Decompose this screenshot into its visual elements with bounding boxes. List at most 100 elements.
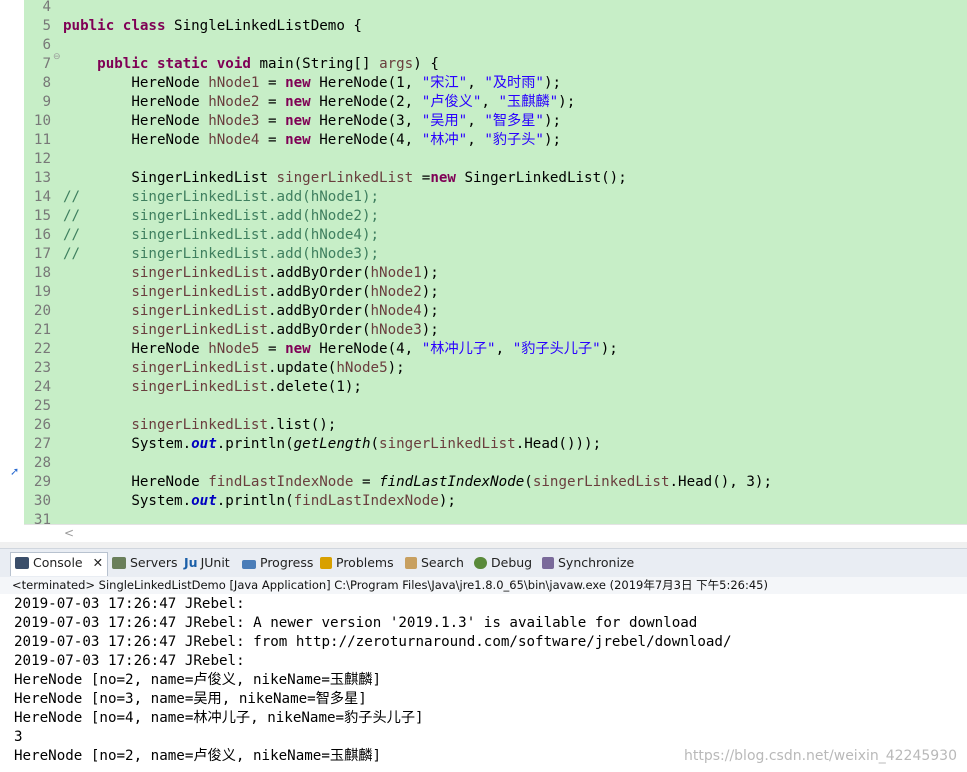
code-text[interactable]: HereNode hNode5 = new HereNode(4, "林冲儿子"… xyxy=(63,340,618,359)
line-number: 16 xyxy=(33,227,51,243)
code-line[interactable]: 14 // singerLinkedList.add(hNode1); xyxy=(0,188,967,207)
line-number: 19 xyxy=(33,284,51,300)
code-text[interactable]: HereNode hNode4 = new HereNode(4, "林冲", … xyxy=(63,131,561,150)
console-line: HereNode [no=2, name=卢俊义, nikeName=玉麒麟] xyxy=(14,748,381,764)
code-text[interactable]: HereNode hNode2 = new HereNode(2, "卢俊义",… xyxy=(63,93,575,112)
tab-synchronize[interactable]: Synchronize xyxy=(542,553,634,573)
console-line: 2019-07-03 17:26:47 JRebel: xyxy=(14,596,245,612)
close-icon[interactable]: ✕ xyxy=(93,555,103,570)
line-number: 25 xyxy=(33,398,51,414)
tab-problems-label: Problems xyxy=(336,555,394,570)
line-number: 17 xyxy=(33,246,51,262)
code-line[interactable]: 10 HereNode hNode3 = new HereNode(3, "吴用… xyxy=(0,112,967,131)
line-number: 12 xyxy=(33,151,51,167)
code-line[interactable]: 7 public static void main(String[] args)… xyxy=(0,55,967,74)
tab-progress[interactable]: Progress xyxy=(242,553,313,573)
code-line[interactable]: 12 xyxy=(0,150,967,169)
code-line[interactable]: 28 xyxy=(0,454,967,473)
code-text[interactable]: System.out.println(findLastIndexNode); xyxy=(63,492,456,511)
console-line: HereNode [no=3, name=吴用, nikeName=智多星] xyxy=(14,691,367,707)
code-text[interactable]: singerLinkedList.addByOrder(hNode1); xyxy=(63,264,439,283)
code-line[interactable]: 30 System.out.println(findLastIndexNode)… xyxy=(0,492,967,511)
code-text[interactable]: singerLinkedList.list(); xyxy=(63,416,336,435)
code-text[interactable]: public class SingleLinkedListDemo { xyxy=(63,17,362,36)
code-text[interactable]: singerLinkedList.update(hNode5); xyxy=(63,359,404,378)
code-line[interactable]: 5 public class SingleLinkedListDemo { xyxy=(0,17,967,36)
code-text[interactable]: singerLinkedList.addByOrder(hNode3); xyxy=(63,321,439,340)
code-line[interactable]: 6 xyxy=(0,36,967,55)
fold-collapse-icon[interactable]: ⊖ xyxy=(53,52,61,61)
tab-servers[interactable]: Servers xyxy=(112,553,178,573)
code-line[interactable]: 11 HereNode hNode4 = new HereNode(4, "林冲… xyxy=(0,131,967,150)
line-number: 13 xyxy=(33,170,51,186)
tab-console[interactable]: Console ✕ xyxy=(10,552,109,576)
console-output[interactable]: 2019-07-03 17:26:47 JRebel: 2019-07-03 17… xyxy=(0,594,967,772)
code-editor[interactable]: 4 5 public class SingleLinkedListDemo {6 7 … xyxy=(0,0,967,528)
line-number: 6 xyxy=(42,37,51,53)
tab-servers-label: Servers xyxy=(130,555,178,570)
tab-search[interactable]: Search xyxy=(405,553,464,573)
tab-synchronize-label: Synchronize xyxy=(558,555,635,570)
code-text[interactable]: // singerLinkedList.add(hNode4); xyxy=(63,226,379,245)
line-number: 14 xyxy=(33,189,51,205)
tab-junit-label: JUnit xyxy=(200,555,230,570)
code-line[interactable]: 16 // singerLinkedList.add(hNode4); xyxy=(0,226,967,245)
code-line[interactable]: 29 HereNode findLastIndexNode = findLast… xyxy=(0,473,967,492)
code-text[interactable]: // singerLinkedList.add(hNode2); xyxy=(63,207,379,226)
line-number: 9 xyxy=(42,94,51,110)
code-text[interactable]: public static void main(String[] args) { xyxy=(63,55,439,74)
line-number: 8 xyxy=(42,75,51,91)
console-icon xyxy=(15,557,29,569)
line-number: 22 xyxy=(33,341,51,357)
line-number: 27 xyxy=(33,436,51,452)
code-text[interactable]: // singerLinkedList.add(hNode1); xyxy=(63,188,379,207)
tab-junit[interactable]: Ju JUnit xyxy=(184,553,230,573)
watermark: https://blog.csdn.net/weixin_42245930 xyxy=(683,748,957,764)
code-text[interactable]: singerLinkedList.addByOrder(hNode4); xyxy=(63,302,439,321)
code-line[interactable]: 24 singerLinkedList.delete(1); xyxy=(0,378,967,397)
code-text[interactable]: // singerLinkedList.add(hNode3); xyxy=(63,245,379,264)
code-text[interactable]: HereNode findLastIndexNode = findLastInd… xyxy=(63,473,772,492)
console-line: 2019-07-03 17:26:47 JRebel: A newer vers… xyxy=(14,615,698,631)
code-text[interactable]: HereNode hNode1 = new HereNode(1, "宋江", … xyxy=(63,74,561,93)
code-text[interactable]: HereNode hNode3 = new HereNode(3, "吴用", … xyxy=(63,112,561,131)
console-line: HereNode [no=2, name=卢俊义, nikeName=玉麒麟] xyxy=(14,672,381,688)
scroll-left-icon[interactable]: < xyxy=(64,526,74,540)
code-line[interactable]: 20 singerLinkedList.addByOrder(hNode4); xyxy=(0,302,967,321)
line-number: 4 xyxy=(42,0,51,15)
code-line[interactable]: 22 HereNode hNode5 = new HereNode(4, "林冲… xyxy=(0,340,967,359)
code-line[interactable]: 13 SingerLinkedList singerLinkedList =ne… xyxy=(0,169,967,188)
code-text[interactable]: singerLinkedList.addByOrder(hNode2); xyxy=(63,283,439,302)
code-text[interactable]: System.out.println(getLength(singerLinke… xyxy=(63,435,601,454)
code-line[interactable]: 25 xyxy=(0,397,967,416)
code-line[interactable]: 27 System.out.println(getLength(singerLi… xyxy=(0,435,967,454)
horizontal-scrollbar[interactable]: < xyxy=(24,524,967,543)
code-line[interactable]: 26 singerLinkedList.list(); xyxy=(0,416,967,435)
line-number: 28 xyxy=(33,455,51,471)
line-number: 11 xyxy=(33,132,51,148)
tab-debug-label: Debug xyxy=(491,555,533,570)
line-number: 24 xyxy=(33,379,51,395)
code-text[interactable]: SingerLinkedList singerLinkedList =new S… xyxy=(63,169,626,188)
console-line: 3 xyxy=(14,729,23,745)
code-line[interactable]: 23 singerLinkedList.update(hNode5); xyxy=(0,359,967,378)
code-line[interactable]: 4 xyxy=(0,0,967,17)
code-line[interactable]: 19 singerLinkedList.addByOrder(hNode2); xyxy=(0,283,967,302)
line-number: 30 xyxy=(33,493,51,509)
code-line[interactable]: 8 HereNode hNode1 = new HereNode(1, "宋江"… xyxy=(0,74,967,93)
code-text[interactable]: singerLinkedList.delete(1); xyxy=(63,378,362,397)
tab-debug[interactable]: Debug xyxy=(474,553,532,573)
line-number: 26 xyxy=(33,417,51,433)
code-line[interactable]: 9 HereNode hNode2 = new HereNode(2, "卢俊义… xyxy=(0,93,967,112)
code-line[interactable]: 15 // singerLinkedList.add(hNode2); xyxy=(0,207,967,226)
code-line[interactable]: 17 // singerLinkedList.add(hNode3); xyxy=(0,245,967,264)
line-number: 18 xyxy=(33,265,51,281)
code-line[interactable]: 18 singerLinkedList.addByOrder(hNode1); xyxy=(0,264,967,283)
view-tab-bar: Console ✕ Servers Ju JUnit Progress Probl… xyxy=(0,548,967,578)
console-line: 2019-07-03 17:26:47 JRebel: from http://… xyxy=(14,634,732,650)
pin-marker-icon: ➚ xyxy=(10,466,20,478)
tab-console-label: Console xyxy=(33,555,83,570)
code-line[interactable]: 21 singerLinkedList.addByOrder(hNode3); xyxy=(0,321,967,340)
tab-problems[interactable]: Problems xyxy=(320,553,394,573)
line-number: 29 xyxy=(33,474,51,490)
